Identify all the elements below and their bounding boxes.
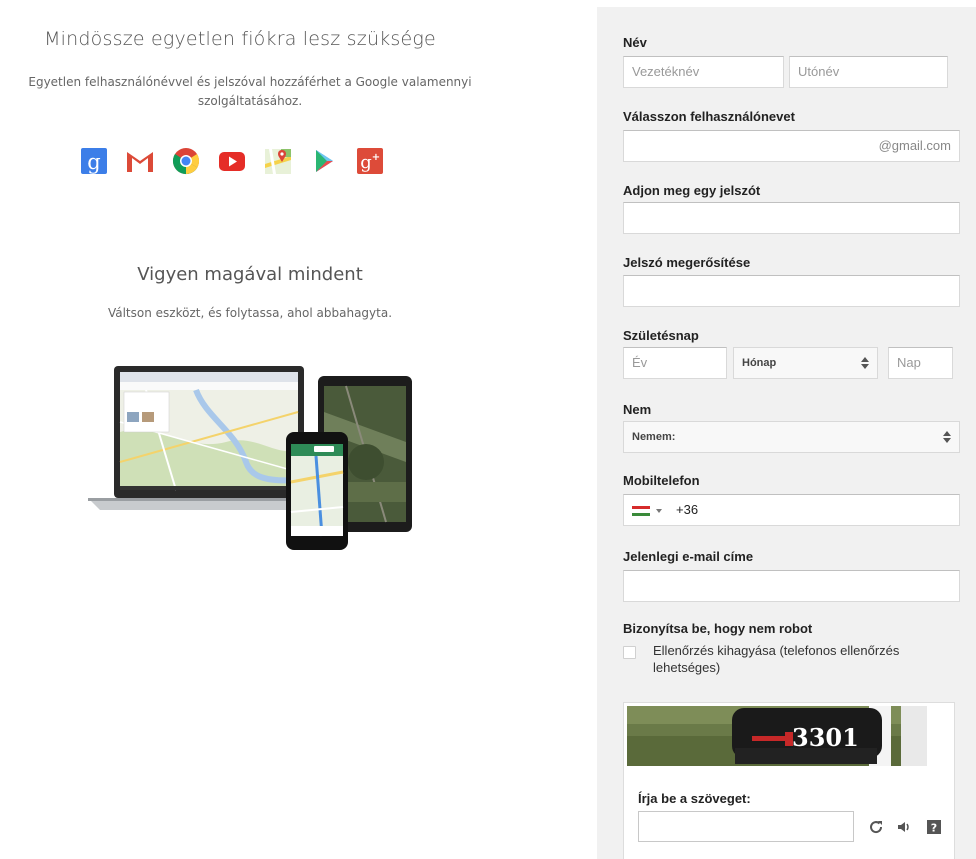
birth-day-input[interactable]: Nap: [888, 347, 953, 379]
password-label: Adjon meg egy jelszót: [623, 183, 761, 198]
phone-input[interactable]: +36: [623, 494, 960, 526]
robot-label: Bizonyítsa be, hogy nem robot: [623, 621, 813, 636]
intro-column: Mindössze egyetlen fiókra lesz szüksége …: [0, 0, 500, 859]
phone-label: Mobiltelefon: [623, 473, 700, 488]
captcha-input[interactable]: [638, 811, 854, 842]
chrome-icon: [172, 148, 200, 175]
captcha-text: 3301: [792, 723, 859, 752]
captcha-label: Írja be a szöveget:: [638, 791, 751, 806]
youtube-icon: [219, 152, 245, 171]
svg-text:g: g: [87, 150, 100, 174]
google-plus-icon: g +: [357, 148, 383, 174]
signup-form: Név Vezetéknév Utónév Válasszon felhaszn…: [597, 7, 976, 859]
gmail-suffix: @gmail.com: [878, 138, 951, 153]
password-input[interactable]: [623, 202, 960, 234]
google-search-icon: g: [81, 148, 107, 174]
captcha-image: 3301: [627, 706, 927, 766]
devices-heading: Vigyen magával mindent: [137, 264, 363, 285]
gmail-icon: [127, 151, 153, 172]
hungary-flag-icon[interactable]: [632, 506, 650, 516]
skip-verification-checkbox[interactable]: [623, 646, 636, 659]
current-email-input[interactable]: [623, 570, 960, 602]
first-name-input[interactable]: Vezetéknév: [623, 56, 784, 88]
gender-label: Nem: [623, 402, 652, 417]
select-arrows-icon: [943, 431, 951, 443]
intro-heading: Mindössze egyetlen fiókra lesz szüksége: [44, 28, 436, 50]
last-name-input[interactable]: Utónév: [789, 56, 948, 88]
select-arrows-icon: [861, 357, 869, 369]
intro-subtitle: Egyetlen felhasználónévvel és jelszóval …: [0, 73, 500, 111]
svg-text:+: +: [372, 152, 380, 163]
service-icons: g g +: [79, 146, 385, 176]
password-confirm-label: Jelszó megerősítése: [623, 255, 751, 270]
gender-select[interactable]: Nemem:: [623, 421, 960, 453]
intro-subtitle-line1: Egyetlen felhasználónévvel és jelszóval …: [28, 75, 472, 89]
birth-month-select[interactable]: Hónap: [733, 347, 878, 379]
name-label: Név: [623, 35, 647, 50]
audio-icon[interactable]: [896, 819, 912, 835]
username-label: Válasszon felhasználónevet: [623, 109, 795, 124]
country-dropdown-icon[interactable]: [656, 509, 662, 513]
help-icon[interactable]: ?: [926, 819, 942, 835]
username-input[interactable]: @gmail.com: [623, 130, 960, 162]
devices-subtitle: Váltson eszközt, és folytassa, ahol abba…: [107, 306, 393, 320]
svg-text:g: g: [360, 152, 372, 173]
captcha-box: 3301 Írja be a szöveget: ?: [623, 702, 955, 859]
maps-icon: [265, 149, 291, 174]
skip-verification-text: Ellenőrzés kihagyása (telefonos ellenőrz…: [653, 643, 900, 675]
refresh-icon[interactable]: [868, 819, 884, 835]
password-confirm-input[interactable]: [623, 275, 960, 307]
intro-subtitle-line2: szolgáltatásához.: [197, 94, 303, 108]
devices-illustration: [88, 366, 412, 550]
phone-country-code: +36: [676, 502, 699, 517]
birth-year-input[interactable]: Év: [623, 347, 727, 379]
birth-month-value: Hónap: [742, 357, 777, 369]
svg-text:?: ?: [931, 822, 937, 835]
email-label: Jelenlegi e-mail címe: [623, 549, 754, 564]
play-store-icon: [316, 150, 333, 172]
birthday-label: Születésnap: [623, 328, 699, 343]
gender-value: Nemem:: [632, 431, 676, 443]
